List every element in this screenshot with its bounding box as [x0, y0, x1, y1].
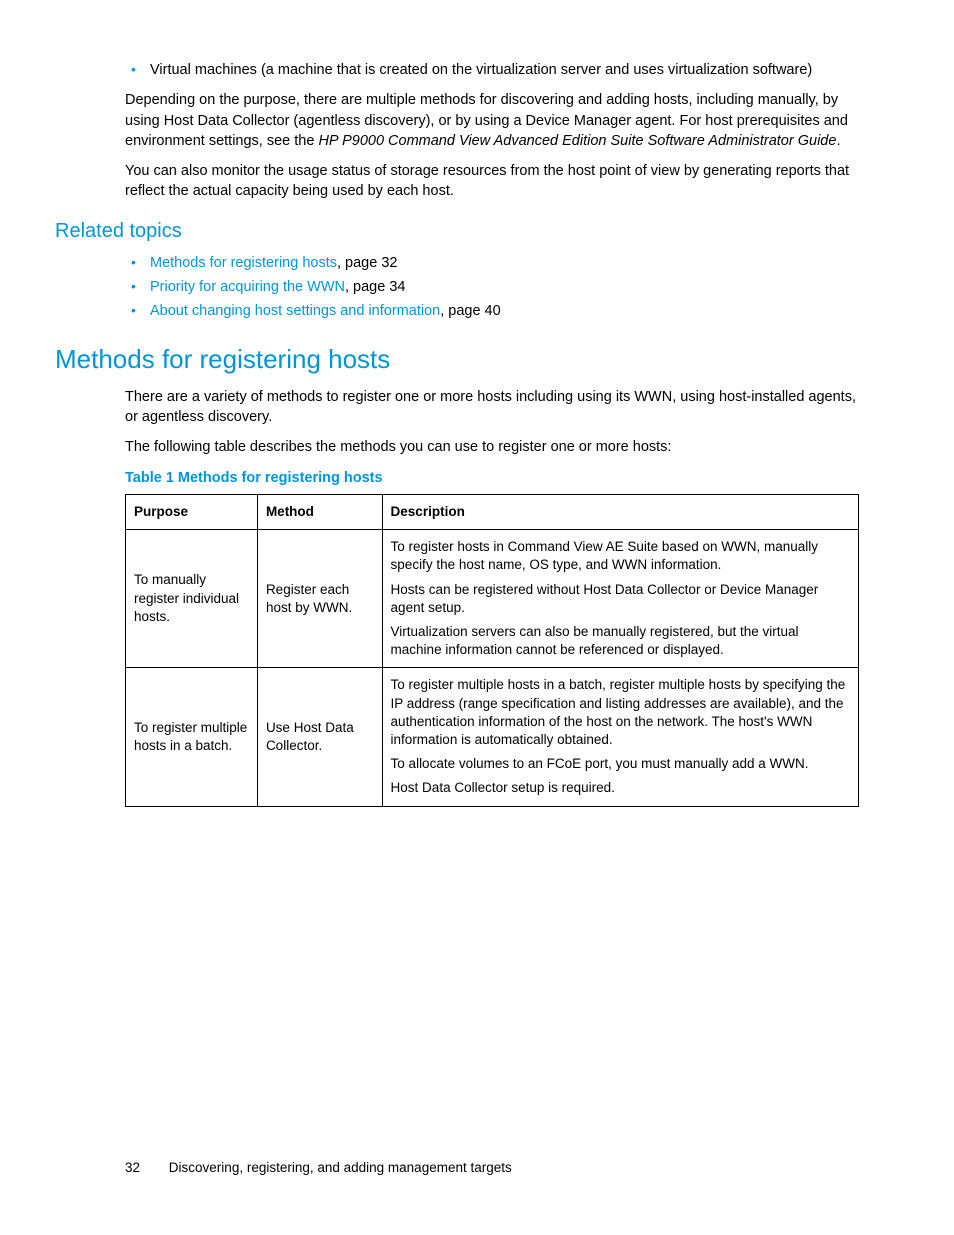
table-header-row: Purpose Method Description [126, 494, 859, 529]
related-topics-list: Methods for registering hosts, page 32 P… [125, 253, 859, 322]
paragraph-monitor-usage: You can also monitor the usage status of… [125, 161, 859, 202]
bullet-virtual-machines: Virtual machines (a machine that is crea… [125, 60, 859, 80]
section-heading-methods-registering-hosts: Methods for registering hosts [55, 344, 859, 375]
footer-chapter-title: Discovering, registering, and adding man… [169, 1160, 512, 1175]
cell-description-line: To allocate volumes to an FCoE port, you… [391, 755, 850, 773]
related-topics-heading: Related topics [55, 220, 859, 243]
table-row: To register multiple hosts in a batch. U… [126, 668, 859, 806]
table-row: To manually register individual hosts. R… [126, 530, 859, 668]
cell-purpose: To register multiple hosts in a batch. [126, 668, 258, 806]
cell-method: Register each host by WWN. [257, 530, 382, 668]
cell-description-line: To register hosts in Command View AE Sui… [391, 538, 850, 574]
cell-description-line: Host Data Collector setup is required. [391, 779, 850, 797]
page-number: 32 [125, 1160, 140, 1175]
cell-description: To register multiple hosts in a batch, r… [382, 668, 858, 806]
table-caption: Table 1 Methods for registering hosts [125, 468, 859, 488]
section-paragraph-1: There are a variety of methods to regist… [125, 387, 859, 428]
reference-doc-title: HP P9000 Command View Advanced Edition S… [318, 133, 836, 149]
section-body: There are a variety of methods to regist… [125, 387, 859, 807]
link-suffix: , page 34 [345, 279, 405, 295]
paragraph-text: . [836, 133, 840, 149]
cell-description-line: To register multiple hosts in a batch, r… [391, 676, 850, 749]
section-paragraph-2: The following table describes the method… [125, 437, 859, 457]
cell-purpose: To manually register individual hosts. [126, 530, 258, 668]
cell-description: To register hosts in Command View AE Sui… [382, 530, 858, 668]
cell-method: Use Host Data Collector. [257, 668, 382, 806]
related-topic-item: About changing host settings and informa… [125, 301, 859, 321]
link-methods-registering-hosts[interactable]: Methods for registering hosts [150, 255, 337, 271]
link-priority-acquiring-wwn[interactable]: Priority for acquiring the WWN [150, 279, 345, 295]
document-page: Virtual machines (a machine that is crea… [0, 0, 954, 1235]
paragraph-methods-overview: Depending on the purpose, there are mult… [125, 90, 859, 151]
table-methods-registering-hosts: Purpose Method Description To manually r… [125, 494, 859, 807]
page-footer: 32 Discovering, registering, and adding … [125, 1160, 512, 1175]
related-topics-block: Methods for registering hosts, page 32 P… [125, 253, 859, 322]
column-header-description: Description [382, 494, 858, 529]
link-suffix: , page 32 [337, 255, 397, 271]
body-content: Virtual machines (a machine that is crea… [125, 60, 859, 202]
column-header-method: Method [257, 494, 382, 529]
cell-description-line: Hosts can be registered without Host Dat… [391, 581, 850, 617]
related-topic-item: Methods for registering hosts, page 32 [125, 253, 859, 273]
cell-description-line: Virtualization servers can also be manua… [391, 623, 850, 659]
intro-bullet-list: Virtual machines (a machine that is crea… [125, 60, 859, 80]
related-topic-item: Priority for acquiring the WWN, page 34 [125, 277, 859, 297]
link-about-changing-host-settings[interactable]: About changing host settings and informa… [150, 303, 440, 319]
column-header-purpose: Purpose [126, 494, 258, 529]
link-suffix: , page 40 [440, 303, 500, 319]
